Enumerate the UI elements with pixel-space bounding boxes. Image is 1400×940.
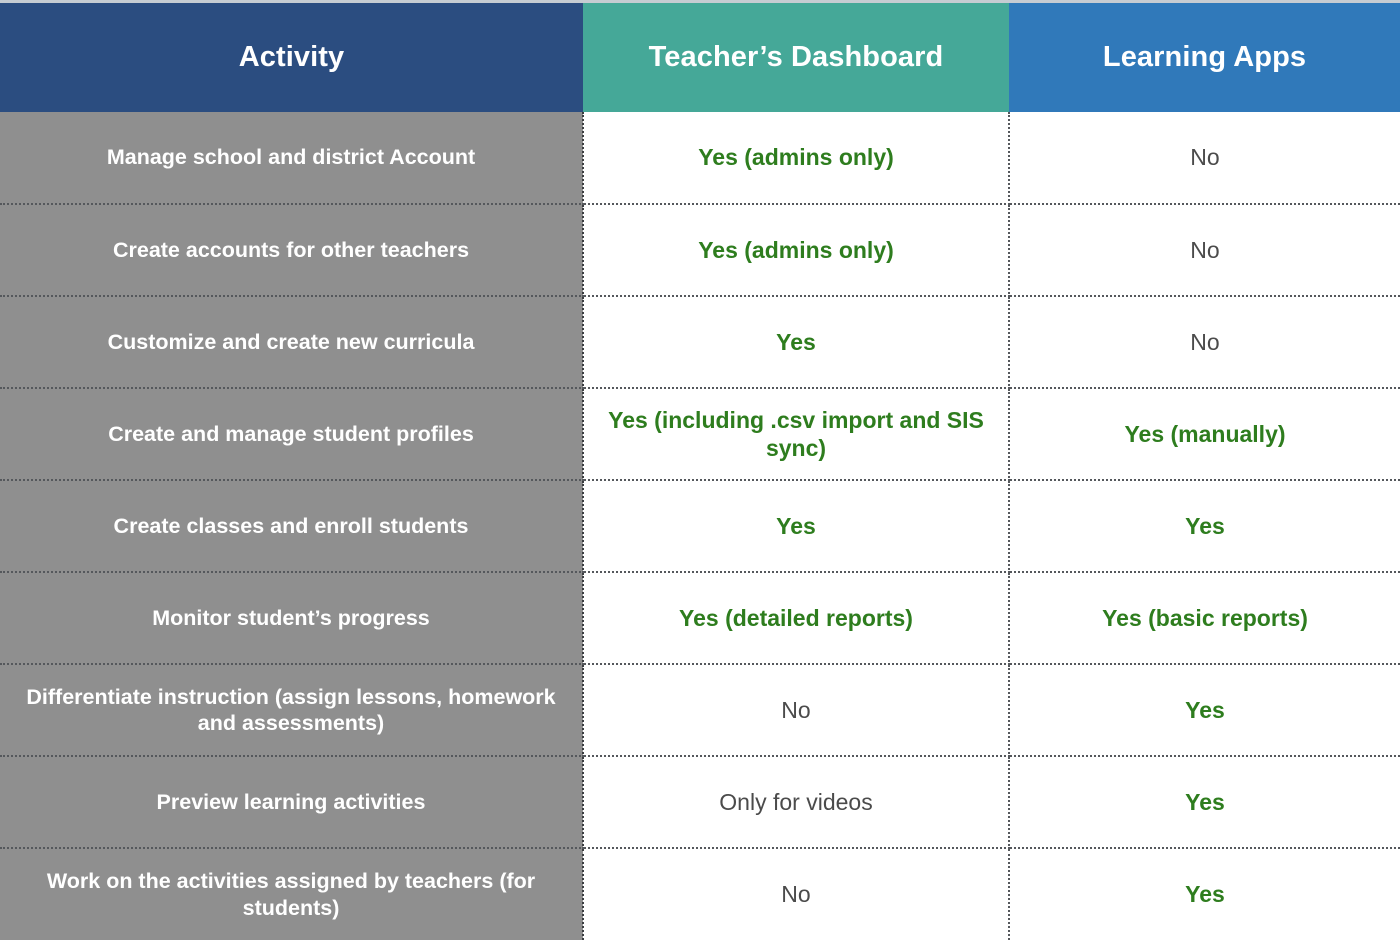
feature-comparison-table: Activity Teacher’s Dashboard Learning Ap…: [0, 3, 1400, 940]
table-header-row: Activity Teacher’s Dashboard Learning Ap…: [0, 3, 1400, 112]
teachers-dashboard-cell: Yes (admins only): [583, 204, 1010, 297]
activity-cell: Create accounts for other teachers: [0, 204, 584, 297]
teachers-dashboard-cell: No: [583, 664, 1010, 757]
teachers-dashboard-cell: Yes (detailed reports): [583, 572, 1010, 665]
learning-apps-cell: Yes: [1009, 756, 1400, 849]
table-row: Create accounts for other teachers Yes (a…: [0, 204, 1400, 297]
comparison-table-root: Activity Teacher’s Dashboard Learning Ap…: [0, 0, 1400, 940]
table-row: Preview learning activities Only for vide…: [0, 756, 1400, 849]
learning-apps-value: Yes: [1185, 788, 1225, 815]
learning-apps-cell: Yes: [1009, 664, 1400, 757]
teachers-dashboard-value: Yes (including .csv import and SIS sync): [608, 406, 984, 461]
table-row: Create and manage student profiles Yes (i…: [0, 388, 1400, 481]
activity-cell: Work on the activities assigned by teach…: [0, 848, 584, 940]
column-header-activity: Activity: [0, 3, 583, 112]
column-header-teachers-dashboard: Teacher’s Dashboard: [583, 3, 1009, 112]
teachers-dashboard-cell: Yes (admins only): [583, 112, 1010, 205]
table-row: Create classes and enroll students Yes Yes: [0, 480, 1400, 573]
learning-apps-value: No: [1190, 328, 1220, 355]
learning-apps-value: Yes: [1185, 696, 1225, 723]
learning-apps-cell: Yes (basic reports): [1009, 572, 1400, 665]
activity-cell: Preview learning activities: [0, 756, 584, 849]
learning-apps-cell: Yes: [1009, 480, 1400, 573]
learning-apps-value: Yes: [1185, 512, 1225, 539]
learning-apps-value: Yes (basic reports): [1102, 604, 1308, 631]
teachers-dashboard-value: No: [781, 696, 811, 723]
learning-apps-value: Yes: [1185, 881, 1225, 908]
teachers-dashboard-cell: Yes (including .csv import and SIS sync): [583, 388, 1010, 481]
teachers-dashboard-value: Yes: [776, 512, 816, 539]
teachers-dashboard-value: Yes: [776, 328, 816, 355]
activity-cell: Create classes and enroll students: [0, 480, 584, 573]
activity-cell: Differentiate instruction (assign lesson…: [0, 664, 584, 757]
table-body: Manage school and district Account Yes (a…: [0, 112, 1400, 940]
teachers-dashboard-value: Yes (admins only): [698, 236, 894, 263]
teachers-dashboard-cell: Yes: [583, 296, 1010, 389]
teachers-dashboard-value: Yes (admins only): [698, 144, 894, 171]
activity-cell: Create and manage student profiles: [0, 388, 584, 481]
learning-apps-value: Yes (manually): [1124, 420, 1286, 447]
learning-apps-cell: Yes: [1009, 848, 1400, 940]
activity-cell: Manage school and district Account: [0, 112, 584, 205]
activity-cell: Customize and create new curricula: [0, 296, 584, 389]
column-header-learning-apps: Learning Apps: [1009, 3, 1400, 112]
table-row: Manage school and district Account Yes (a…: [0, 112, 1400, 205]
table-header: Activity Teacher’s Dashboard Learning Ap…: [0, 3, 1400, 112]
teachers-dashboard-cell: Only for videos: [583, 756, 1010, 849]
teachers-dashboard-value: Only for videos: [719, 788, 873, 815]
learning-apps-value: No: [1190, 144, 1220, 171]
teachers-dashboard-value: Yes (detailed reports): [679, 604, 913, 631]
table-row: Customize and create new curricula Yes No: [0, 296, 1400, 389]
learning-apps-cell: No: [1009, 112, 1400, 205]
teachers-dashboard-cell: No: [583, 848, 1010, 940]
teachers-dashboard-cell: Yes: [583, 480, 1010, 573]
activity-cell: Monitor student’s progress: [0, 572, 584, 665]
learning-apps-value: No: [1190, 236, 1220, 263]
learning-apps-cell: No: [1009, 204, 1400, 297]
teachers-dashboard-value: No: [781, 881, 811, 908]
learning-apps-cell: No: [1009, 296, 1400, 389]
table-row: Work on the activities assigned by teach…: [0, 848, 1400, 940]
table-row: Monitor student’s progress Yes (detailed …: [0, 572, 1400, 665]
table-row: Differentiate instruction (assign lesson…: [0, 664, 1400, 757]
learning-apps-cell: Yes (manually): [1009, 388, 1400, 481]
